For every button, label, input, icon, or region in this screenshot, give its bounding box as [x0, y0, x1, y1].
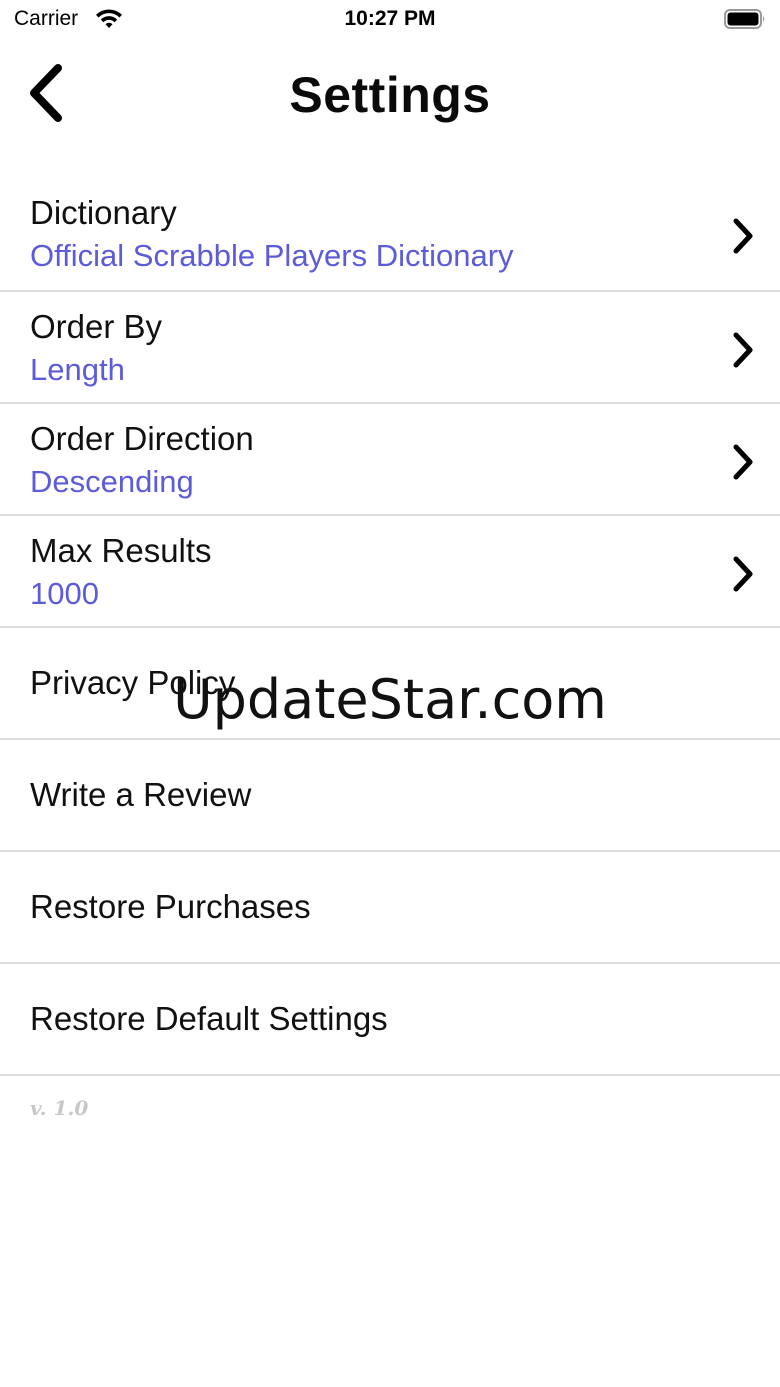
restore-default-settings-row[interactable]: Restore Default Settings: [0, 964, 780, 1076]
restore-purchases-row[interactable]: Restore Purchases: [0, 852, 780, 964]
max-results-row[interactable]: Max Results 1000: [0, 516, 780, 628]
row-title: Dictionary: [30, 194, 177, 231]
chevron-right-icon: [733, 556, 753, 592]
row-value: Official Scrabble Players Dictionary: [30, 238, 514, 273]
row-title: Restore Default Settings: [30, 1000, 388, 1037]
chevron-right-icon: [733, 218, 753, 254]
chevron-right-icon: [733, 444, 753, 480]
row-title: Order Direction: [30, 420, 254, 457]
write-review-row[interactable]: Write a Review: [0, 740, 780, 852]
row-value: Descending: [30, 464, 194, 499]
chevron-right-icon: [733, 332, 753, 368]
row-value: Length: [30, 352, 125, 387]
row-title: Restore Purchases: [30, 888, 311, 925]
privacy-policy-row[interactable]: Privacy Policy: [0, 628, 780, 740]
battery-icon: [724, 9, 765, 29]
order-by-row[interactable]: Order By Length: [0, 292, 780, 404]
row-title: Privacy Policy: [30, 664, 236, 701]
dictionary-row[interactable]: Dictionary Official Scrabble Players Dic…: [0, 178, 780, 292]
version-label: v. 1.0: [30, 1096, 89, 1120]
row-title: Max Results: [30, 532, 212, 569]
row-title: Write a Review: [30, 776, 252, 813]
order-direction-row[interactable]: Order Direction Descending: [0, 404, 780, 516]
page-title: Settings: [289, 67, 491, 123]
row-title: Order By: [30, 308, 163, 345]
status-bar: Carrier 10:27 PM: [0, 0, 780, 40]
clock: 10:27 PM: [344, 7, 436, 30]
navigation-bar: Settings: [0, 44, 780, 144]
row-value: 1000: [30, 576, 99, 611]
settings-list: Dictionary Official Scrabble Players Dic…: [0, 178, 780, 1076]
